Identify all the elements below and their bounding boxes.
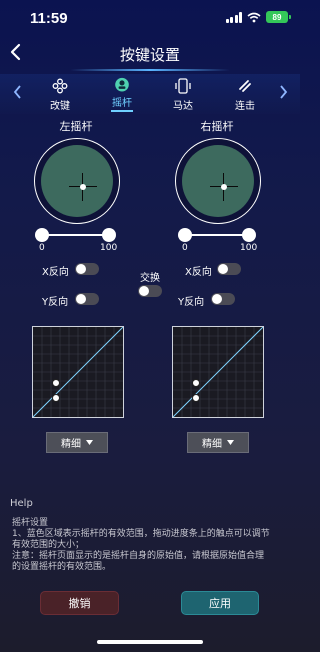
left-curve-grid (33, 327, 123, 417)
help-body: 摇杆设置 1、蓝色区域表示摇杆的有效范围，拖动进度条上的触点可以调节 有效范围的… (12, 518, 294, 573)
right-curve-point-2[interactable] (192, 394, 200, 402)
help-title: Help (10, 498, 33, 509)
left-curve-point-2[interactable] (52, 394, 60, 402)
swap-label: 交换 (140, 273, 160, 284)
left-range-min-label: 0 (39, 243, 45, 253)
cancel-button[interactable]: 撤销 (40, 591, 119, 615)
left-range-max-label: 100 (100, 243, 118, 253)
right-precision-value: 精细 (202, 439, 222, 450)
status-time: 11:59 (30, 10, 68, 27)
tab-joystick[interactable]: 摇杆 (97, 74, 147, 112)
left-y-invert-label: Y反向 (42, 297, 69, 308)
left-curve-point-1[interactable] (52, 379, 60, 387)
right-stick-position (221, 184, 227, 190)
left-range-max-handle[interactable] (102, 228, 116, 242)
right-curve-point-1[interactable] (192, 379, 200, 387)
tab-label: 连击 (235, 101, 255, 112)
left-range-min-handle[interactable] (35, 228, 49, 242)
turbo-icon (239, 80, 251, 92)
help-line: 的设置摇杆的有效范围。 (12, 562, 112, 572)
joystick-icon (115, 77, 129, 92)
right-precision-select[interactable]: 精细 (187, 432, 249, 453)
right-curve-grid (173, 327, 263, 417)
apply-button[interactable]: 应用 (181, 591, 259, 615)
signal-icon (225, 11, 242, 23)
left-stick-label: 左摇杆 (59, 120, 93, 133)
left-x-invert-label: X反向 (42, 267, 69, 278)
title-underline (70, 69, 230, 71)
right-y-invert-toggle[interactable] (211, 293, 235, 305)
tab-motor[interactable]: 马达 (158, 74, 208, 112)
left-stick-area (34, 138, 120, 224)
caret-down-icon (227, 440, 234, 445)
right-stick-area (175, 138, 261, 224)
gamepad-icon (52, 78, 68, 94)
right-stick-range (182, 145, 254, 217)
left-range-track (42, 234, 110, 236)
help-heading: 摇杆设置 (12, 518, 49, 528)
left-y-invert-toggle[interactable] (75, 293, 99, 305)
right-stick-label: 右摇杆 (200, 120, 234, 133)
right-range-min-label: 0 (182, 243, 188, 253)
right-range-min-handle[interactable] (178, 228, 192, 242)
tab-turbo[interactable]: 连击 (220, 74, 270, 112)
vibration-icon (175, 78, 191, 94)
battery-icon: 89 (266, 11, 291, 23)
page-title: 按键设置 (119, 46, 180, 64)
left-x-invert-toggle[interactable] (75, 263, 99, 275)
right-response-curve (172, 326, 264, 418)
left-response-curve (32, 326, 124, 418)
help-line: 注意：摇杆页面显示的是摇杆自身的原始值，请根据原始值合理 (12, 551, 265, 561)
tab-label: 改键 (50, 101, 70, 112)
status-icons: 89 (225, 11, 291, 23)
left-stick-range (41, 145, 113, 217)
active-tab-indicator (111, 110, 133, 112)
right-x-invert-label: X反向 (185, 267, 212, 278)
right-y-invert-label: Y反向 (178, 297, 205, 308)
left-precision-select[interactable]: 精细 (46, 432, 108, 453)
chevron-right-icon[interactable] (277, 84, 289, 100)
tab-label: 摇杆 (112, 98, 132, 110)
home-indicator[interactable] (97, 640, 203, 644)
caret-down-icon (86, 440, 93, 445)
right-range-max-label: 100 (240, 243, 258, 253)
wifi-icon (247, 12, 261, 22)
right-range-track (185, 234, 249, 236)
left-precision-value: 精细 (61, 439, 81, 450)
tab-remap[interactable]: 改键 (35, 74, 85, 112)
right-x-invert-toggle[interactable] (217, 263, 241, 275)
right-range-max-handle[interactable] (242, 228, 256, 242)
help-line: 有效范围的大小； (12, 540, 85, 550)
tab-label: 马达 (173, 101, 193, 112)
swap-toggle[interactable] (138, 285, 162, 297)
left-stick-position (80, 184, 86, 190)
help-line: 1、蓝色区域表示摇杆的有效范围，拖动进度条上的触点可以调节 (12, 529, 270, 539)
chevron-left-icon[interactable] (12, 84, 24, 100)
